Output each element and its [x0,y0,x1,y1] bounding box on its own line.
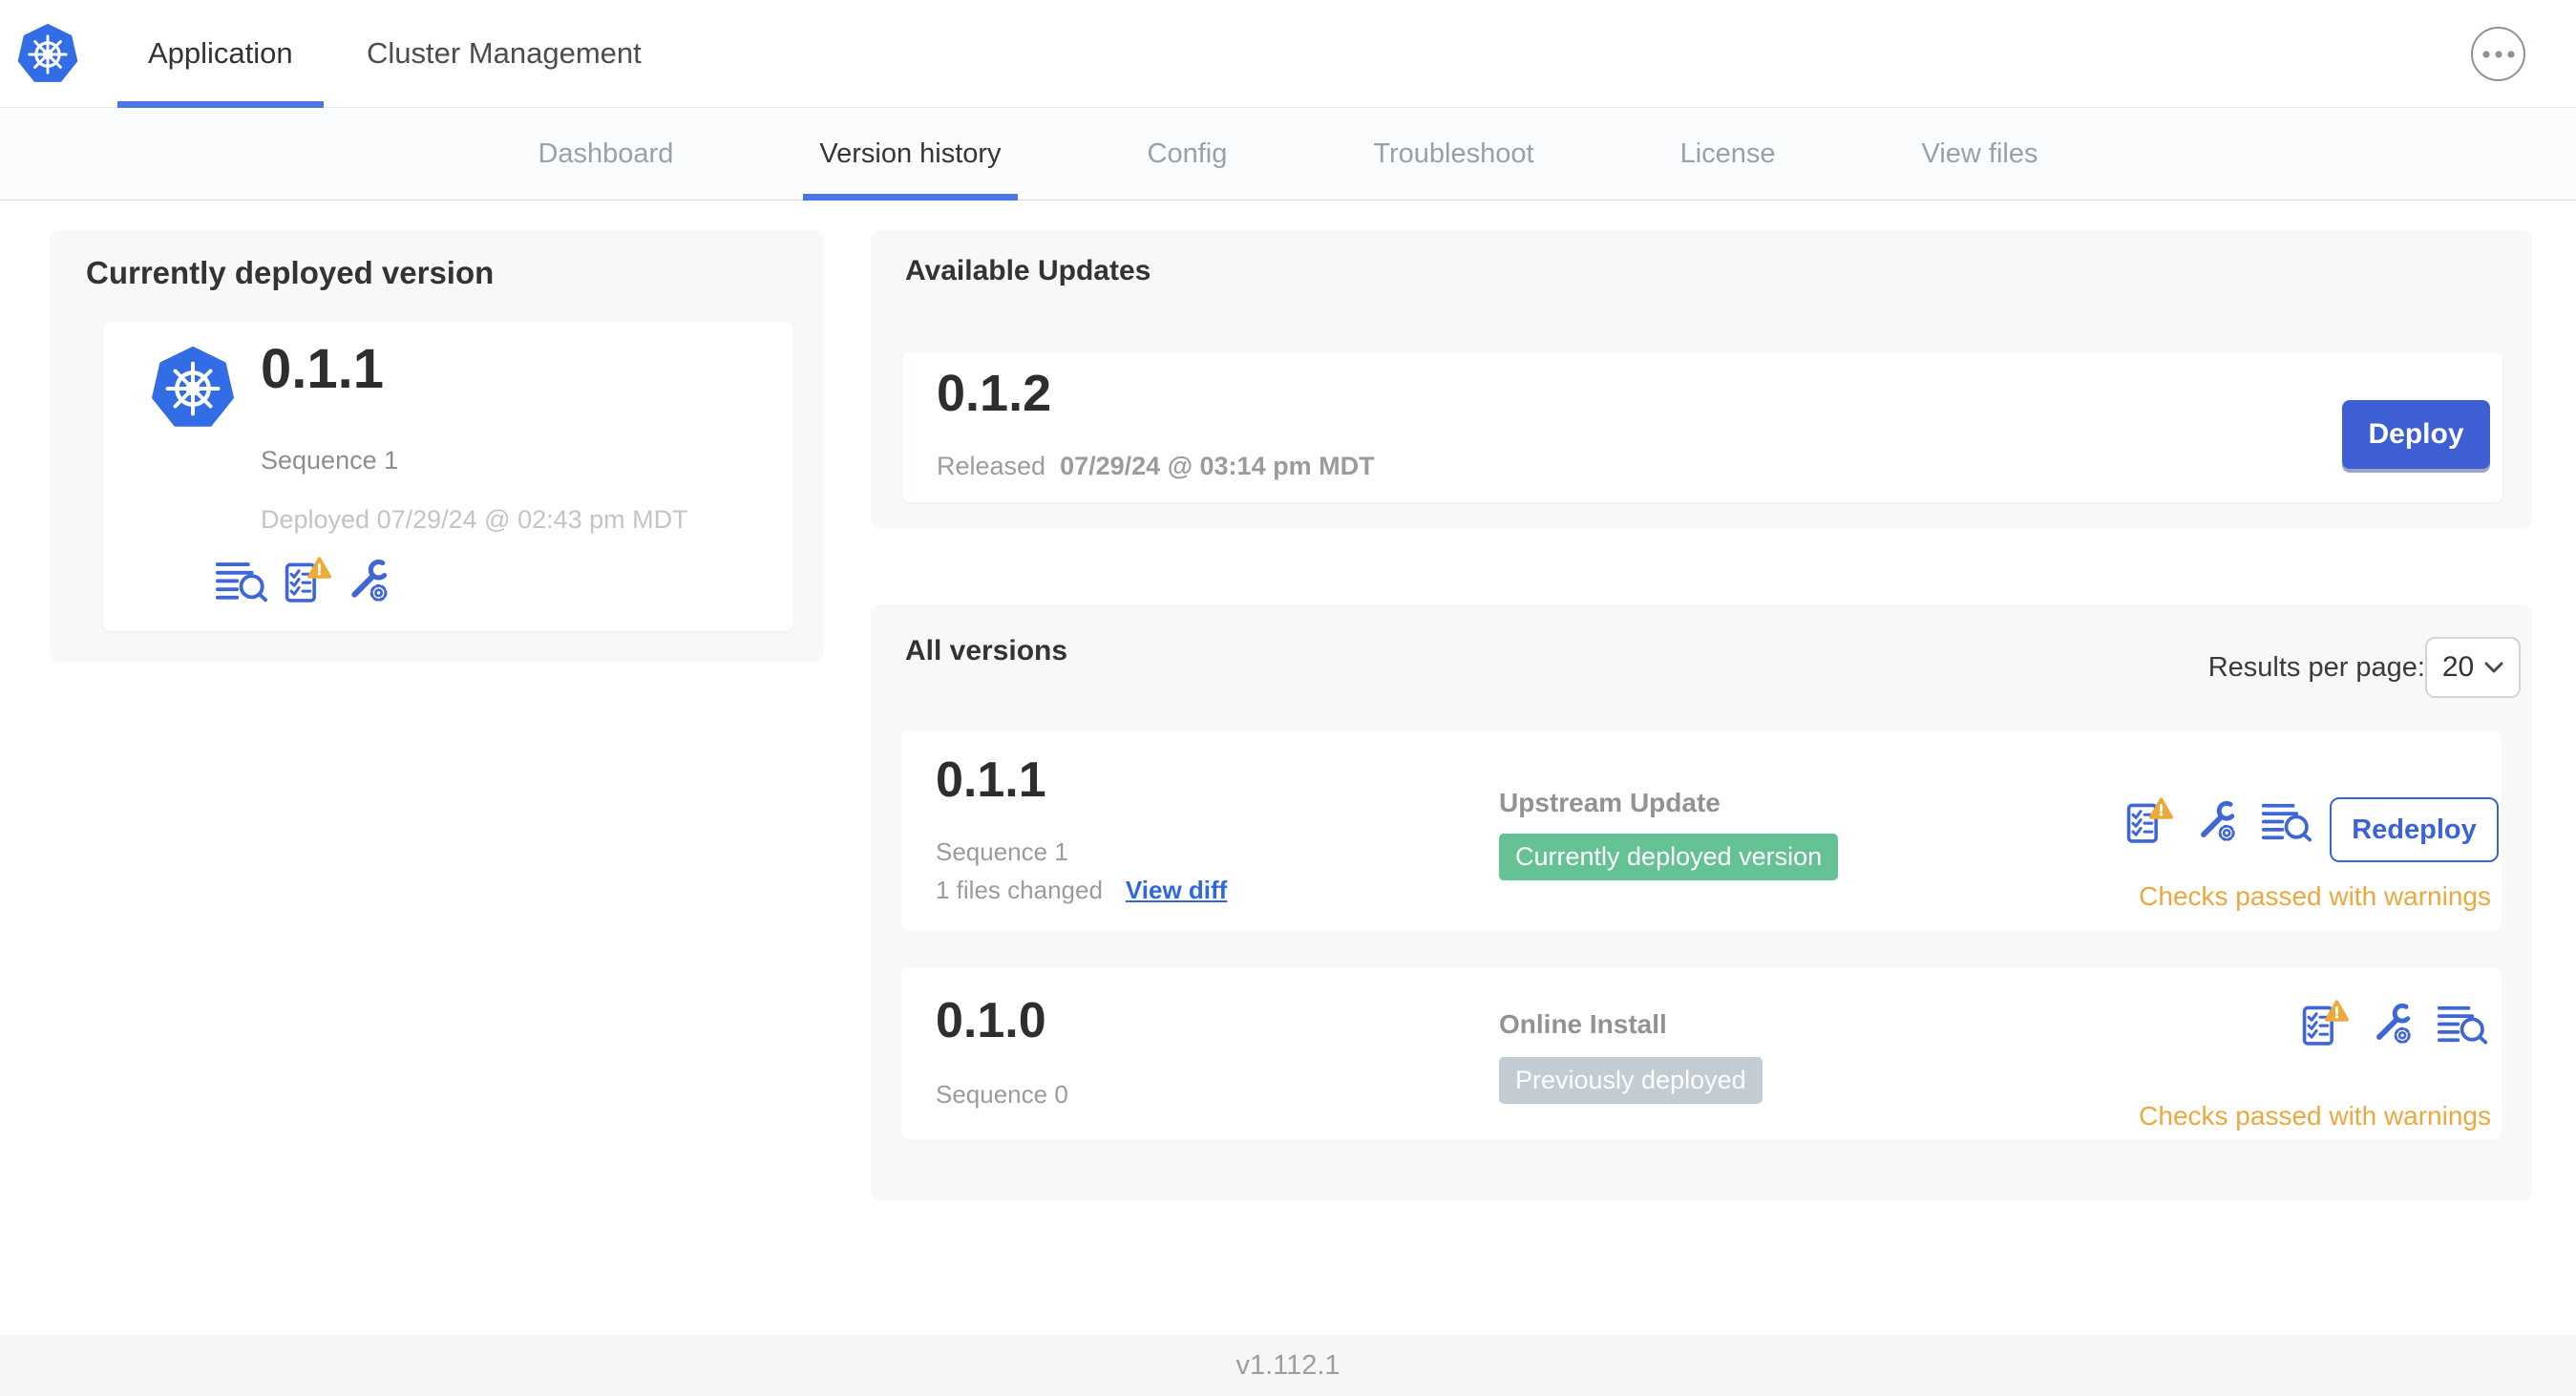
files-changed-label: 1 files changed [936,876,1103,904]
top-header: Application Cluster Management [0,0,2576,108]
preflight-checks-warning-icon[interactable] [2125,797,2173,844]
checks-status-text: Checks passed with warnings [2139,881,2491,911]
preflight-checks-warning-icon[interactable] [284,557,331,603]
ellipsis-icon [2482,51,2515,58]
app-kubernetes-icon [151,347,235,431]
subnav-dashboard-label: Dashboard [538,138,674,169]
checks-status-text: Checks passed with warnings [2139,1101,2491,1131]
subnav-dashboard[interactable]: Dashboard [521,109,689,200]
available-updates-title: Available Updates [905,255,1151,286]
diff-icon[interactable] [2437,1003,2488,1045]
tab-application-label: Application [148,36,293,70]
subnav-view-files[interactable]: View files [1906,109,2055,200]
view-diff-link[interactable]: View diff [1126,876,1227,905]
redeploy-button[interactable]: Redeploy [2330,797,2499,862]
config-wrench-gear-icon[interactable] [347,559,391,603]
app-footer: v1.112.1 [0,1335,2576,1396]
results-per-page-select[interactable]: 20 [2425,637,2521,698]
current-version-number: 0.1.1 [261,338,384,400]
subnav-config-label: Config [1147,138,1228,169]
row-version-number: 0.1.1 [936,752,1046,808]
tab-cluster-management[interactable]: Cluster Management [336,0,672,107]
console-version: v1.112.1 [1235,1349,1341,1381]
currently-deployed-badge: Currently deployed version [1499,834,1839,880]
diff-icon[interactable] [2261,800,2312,842]
available-updates-panel: Available Updates 0.1.2 Released 07/29/2… [871,230,2532,529]
subnav-version-history-label: Version history [819,138,1002,169]
kubernetes-logo-icon [17,24,78,85]
diff-icon[interactable] [215,559,268,603]
version-row-011: 0.1.1 Sequence 1 1 files changed View di… [901,730,2502,931]
preflight-checks-warning-icon[interactable] [2301,1000,2349,1047]
row-version-number: 0.1.0 [936,993,1046,1048]
currently-deployed-panel: Currently deployed version 0.1.1 Sequenc… [50,230,824,662]
subnav-config[interactable]: Config [1131,109,1244,200]
currently-deployed-title: Currently deployed version [86,255,495,290]
update-released-line: Released 07/29/24 @ 03:14 pm MDT [937,452,1375,481]
all-versions-panel: All versions Results per page: 20 0.1.1 … [871,604,2532,1201]
more-menu-button[interactable] [2471,27,2525,81]
row-source-label: Upstream Update [1499,788,1721,817]
results-per-page-label: Results per page: [2207,652,2425,683]
update-version-number: 0.1.2 [937,365,1052,422]
row-source-label: Online Install [1499,1009,1667,1039]
previously-deployed-badge: Previously deployed [1499,1057,1763,1104]
version-row-010: 0.1.0 Sequence 0 Online Install Previous… [901,967,2502,1139]
released-label: Released [937,452,1046,480]
tab-cluster-management-label: Cluster Management [367,36,642,70]
current-deployed-timestamp: Deployed 07/29/24 @ 02:43 pm MDT [261,505,688,534]
config-wrench-gear-icon[interactable] [2196,800,2238,842]
deploy-button[interactable]: Deploy [2342,400,2490,469]
subnav-troubleshoot[interactable]: Troubleshoot [1357,109,1550,200]
all-versions-title: All versions [905,635,1068,666]
tab-application[interactable]: Application [117,0,324,108]
results-per-page-value: 20 [2441,651,2475,683]
subnav-version-history[interactable]: Version history [803,109,1018,201]
row-sequence: Sequence 1 [936,837,1068,866]
row-files-changed: 1 files changed View diff [936,876,1227,905]
currently-deployed-card: 0.1.1 Sequence 1 Deployed 07/29/24 @ 02:… [103,322,793,631]
subnav-troubleshoot-label: Troubleshoot [1373,138,1534,169]
chevron-down-icon [2484,662,2503,673]
subnav-license-label: License [1679,138,1776,169]
app-subnav: Dashboard Version history Config Trouble… [0,109,2576,201]
config-wrench-gear-icon[interactable] [2372,1003,2414,1045]
current-sequence: Sequence 1 [261,446,399,475]
row-sequence: Sequence 0 [936,1080,1068,1109]
released-date: 07/29/24 @ 03:14 pm MDT [1060,452,1375,480]
subnav-view-files-label: View files [1921,138,2038,169]
subnav-license[interactable]: License [1664,109,1792,200]
update-card: 0.1.2 Released 07/29/24 @ 03:14 pm MDT D… [902,352,2502,502]
